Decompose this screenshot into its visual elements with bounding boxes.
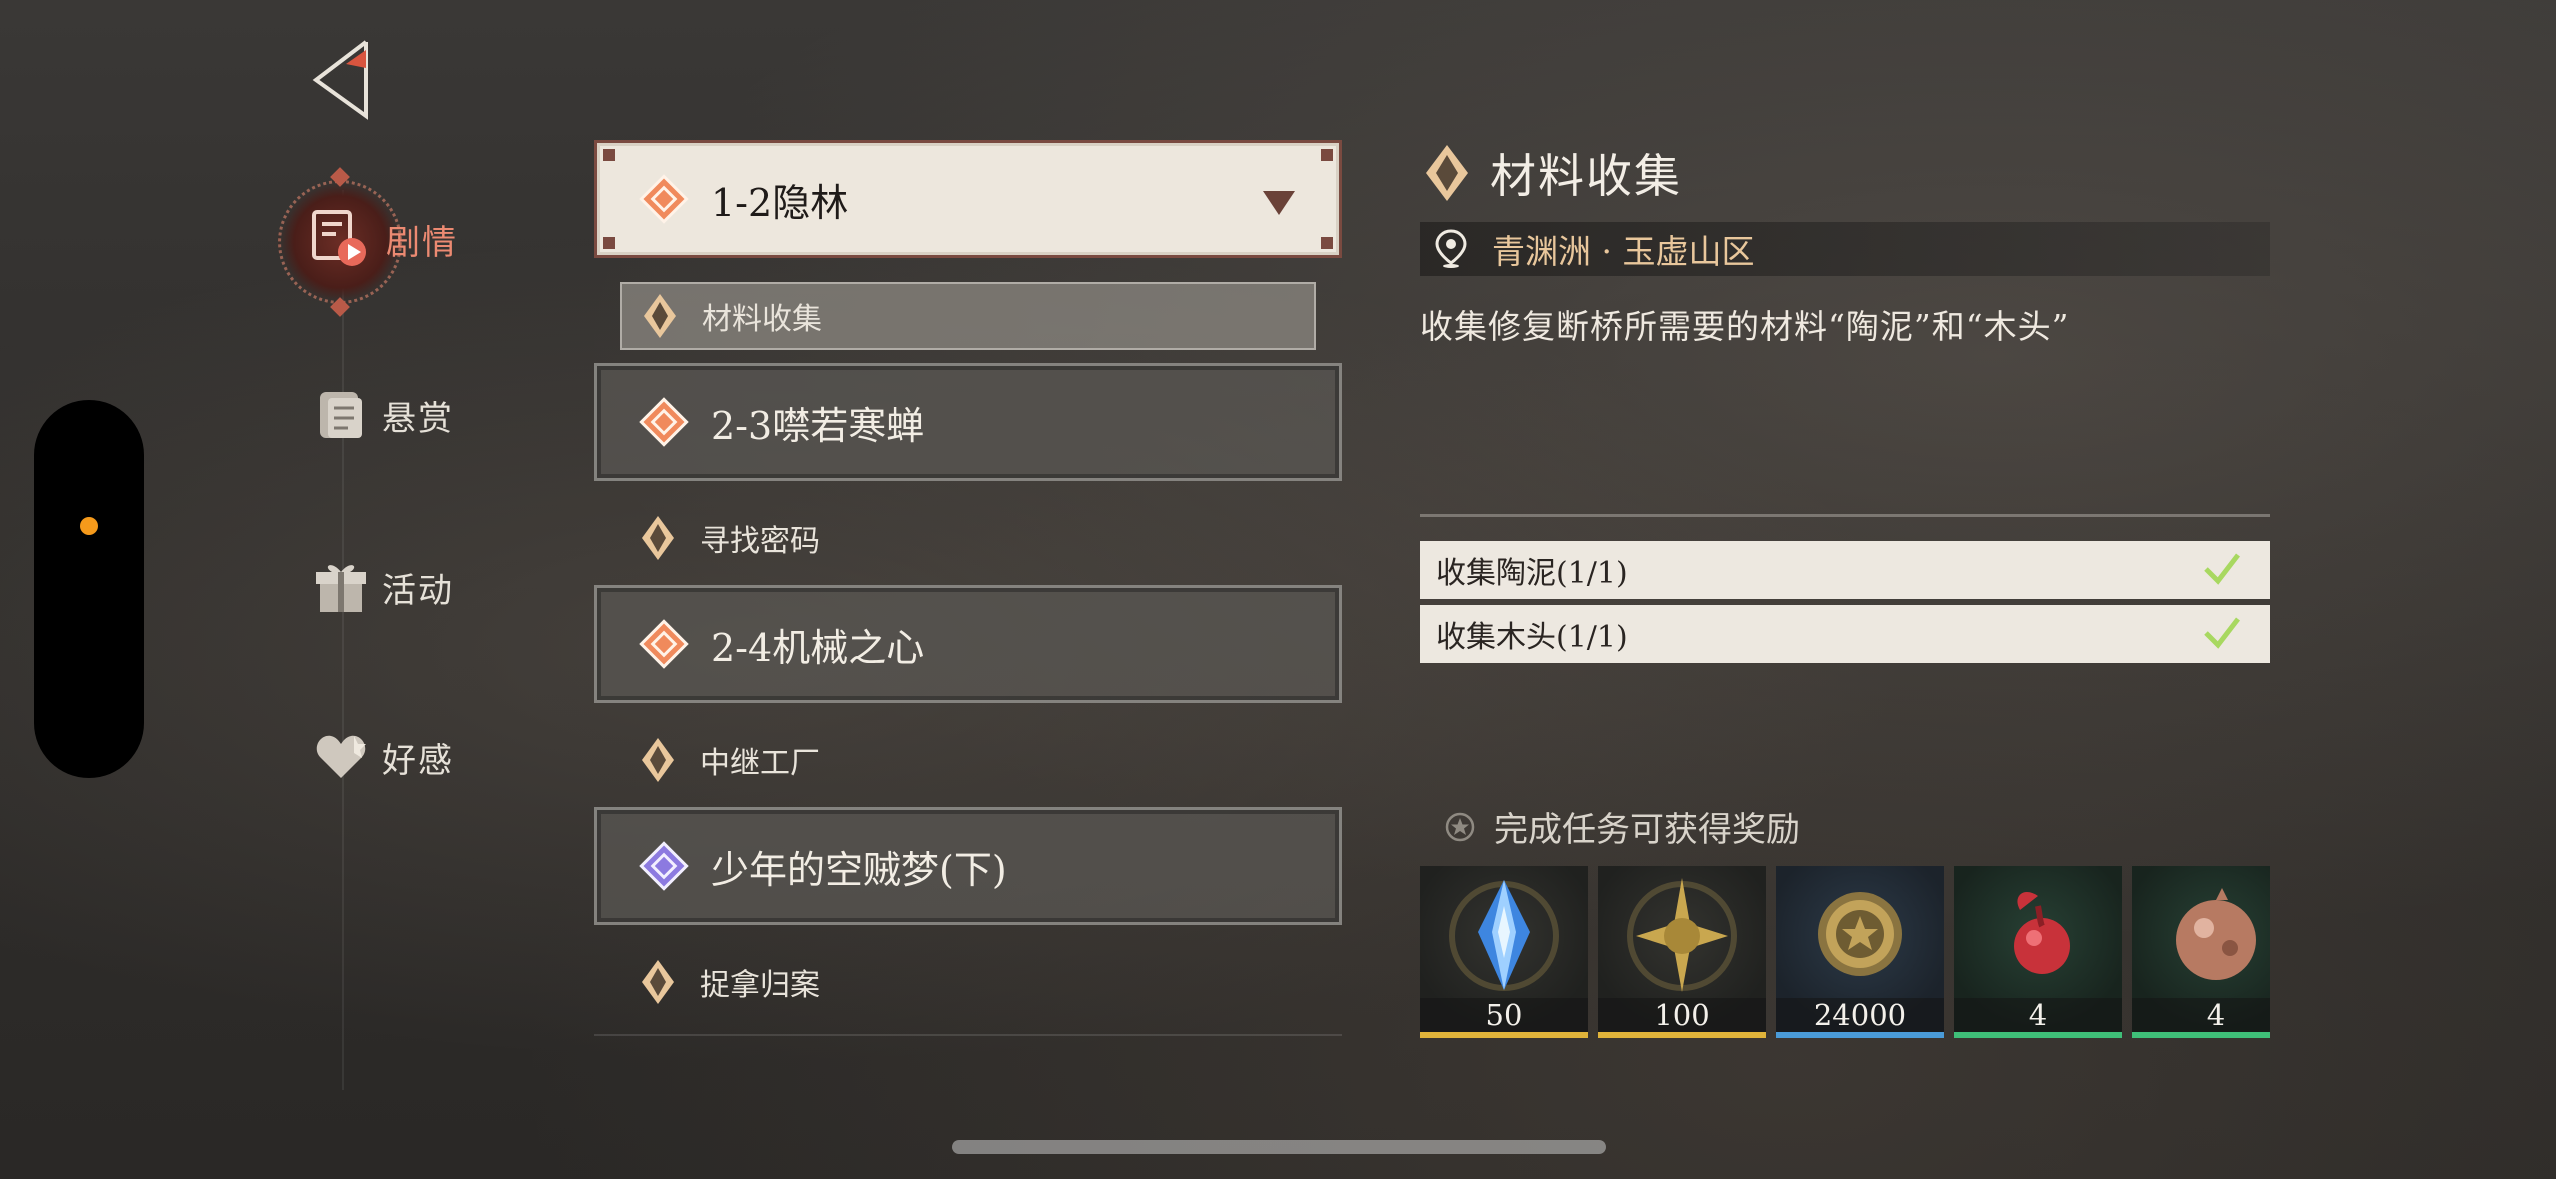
frame-corner <box>1321 237 1333 249</box>
quest-title-text: 材料收集 <box>1490 149 1682 203</box>
reward-count: 4 <box>1954 998 2122 1032</box>
objective-item: 收集木头(1/1) <box>1420 605 2270 663</box>
side-quest-icon <box>639 841 689 891</box>
scroll-icon <box>320 392 362 438</box>
copper-ore-icon <box>2176 888 2256 980</box>
rarity-bar <box>1420 1032 1588 1038</box>
nav-label-events: 活动 <box>382 570 454 611</box>
objective-item: 收集陶泥(1/1) <box>1420 541 2270 599</box>
checkmark-icon <box>2204 553 2240 585</box>
story-icon <box>312 210 366 266</box>
objectives-divider <box>1420 514 2270 517</box>
frame-corner <box>1321 149 1333 161</box>
nav-item-story[interactable]: 剧情 <box>306 206 458 272</box>
subquest-icon <box>644 294 676 338</box>
subquest-item[interactable]: 材料收集 <box>620 282 1316 350</box>
main-quest-icon <box>639 397 689 447</box>
subquest-label: 材料收集 <box>702 302 822 337</box>
gift-icon <box>316 565 366 612</box>
rarity-bar <box>2132 1032 2270 1038</box>
reward-count: 24000 <box>1776 998 1944 1032</box>
quest-title: 材料收集 <box>1422 140 1682 206</box>
nav-label-story: 剧情 <box>386 222 458 263</box>
frame-corner <box>603 149 615 161</box>
nav-label-bounty: 悬赏 <box>382 398 454 439</box>
subquest-icon <box>642 738 674 782</box>
subquest-label: 中继工厂 <box>700 746 820 781</box>
location-bar: 青渊洲 · 玉虚山区 <box>1420 222 2270 276</box>
subquest-icon <box>1426 145 1468 201</box>
subquest-item[interactable]: 寻找密码 <box>620 504 1316 572</box>
gold-coin-icon <box>1818 892 1902 976</box>
red-fruit-icon <box>2014 891 2070 974</box>
location-text: 青渊洲 · 玉虚山区 <box>1492 232 1755 271</box>
objective-label: 收集陶泥(1/1) <box>1436 556 1628 591</box>
nav-item-events[interactable]: 活动 <box>314 558 454 616</box>
rarity-bar <box>1776 1032 1944 1038</box>
objective-label: 收集木头(1/1) <box>1436 620 1628 655</box>
collapse-arrow-icon[interactable] <box>1263 191 1295 215</box>
chapter-label: 2-3噤若寒蝉 <box>711 403 925 448</box>
home-indicator[interactable] <box>952 1140 1606 1154</box>
list-divider <box>594 1034 1342 1036</box>
nav-item-bounty[interactable]: 悬赏 <box>314 386 454 444</box>
nav-divider-line <box>342 190 344 1090</box>
rarity-bar <box>1598 1032 1766 1038</box>
gold-star-emblem-icon <box>1627 878 1737 992</box>
back-button[interactable] <box>308 38 378 122</box>
main-quest-icon <box>639 174 689 224</box>
chapter-item[interactable]: 2-4机械之心 <box>594 585 1342 703</box>
chapter-item[interactable]: 少年的空贼梦(下) <box>594 807 1342 925</box>
reward-item[interactable]: 4 <box>1954 866 2122 1038</box>
heart-icon <box>316 735 366 778</box>
reward-star-icon <box>1445 812 1475 841</box>
chapter-item[interactable]: 2-3噤若寒蝉 <box>594 363 1342 481</box>
frame-corner <box>603 237 615 249</box>
subquest-icon <box>642 960 674 1004</box>
reward-item[interactable]: 4 <box>2132 866 2270 1038</box>
checkmark-icon <box>2204 617 2240 649</box>
chapter-item[interactable]: 1-2隐林 <box>594 140 1342 258</box>
location-pin-icon <box>1435 229 1467 268</box>
quest-description: 收集修复断桥所需要的材料“陶泥”和“木头” <box>1420 307 2070 346</box>
subquest-item[interactable]: 中继工厂 <box>620 726 1316 794</box>
blue-crystal-icon <box>1449 880 1559 991</box>
reward-item[interactable]: 50 <box>1420 866 1588 1038</box>
subquest-label: 捉拿归案 <box>700 968 820 1003</box>
subquest-icon <box>642 516 674 560</box>
reward-count: 4 <box>2132 998 2270 1032</box>
nav-item-affinity[interactable]: 好感 <box>314 730 454 784</box>
rarity-bar <box>1954 1032 2122 1038</box>
chapter-label: 2-4机械之心 <box>711 625 925 670</box>
nav-label-affinity: 好感 <box>382 740 454 781</box>
subquest-item[interactable]: 捉拿归案 <box>620 948 1316 1016</box>
main-quest-icon <box>639 619 689 669</box>
rewards-heading: 完成任务可获得奖励 <box>1444 802 1800 851</box>
back-arrow-icon <box>312 40 368 120</box>
reward-count: 50 <box>1420 998 1588 1032</box>
chapter-label: 1-2隐林 <box>711 180 849 225</box>
reward-count: 100 <box>1598 998 1766 1032</box>
chapter-label: 少年的空贼梦(下) <box>711 847 1007 892</box>
reward-item[interactable]: 100 <box>1598 866 1766 1038</box>
rewards-heading-text: 完成任务可获得奖励 <box>1494 810 1800 850</box>
reward-item[interactable]: 24000 <box>1776 866 1944 1038</box>
subquest-label: 寻找密码 <box>700 524 820 559</box>
indicator-dot <box>80 517 98 535</box>
rewards-row: 50 100 24000 4 4 <box>1420 866 2270 1038</box>
side-handle[interactable] <box>34 400 144 778</box>
